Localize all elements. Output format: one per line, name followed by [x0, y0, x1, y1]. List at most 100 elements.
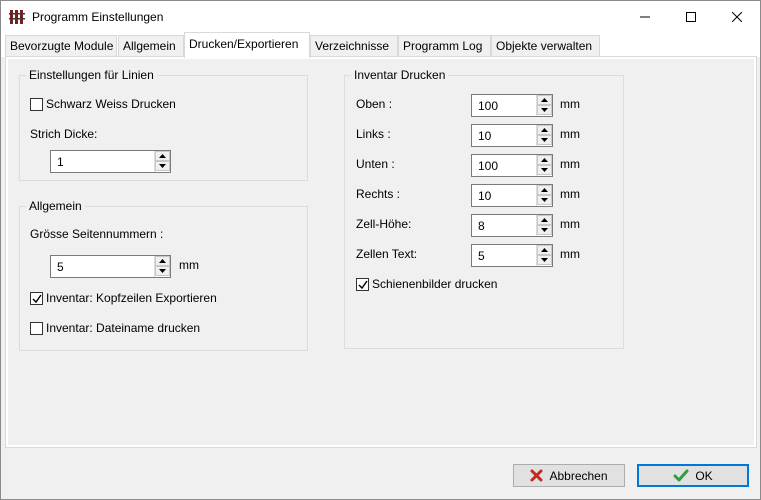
tab-panel-content: Einstellungen für Linien Schwarz Weiss D…: [8, 59, 754, 445]
top-margin-up-button[interactable]: [537, 95, 552, 105]
cell-text-label: Zellen Text:: [356, 247, 418, 261]
rail-images-label: Schienenbilder drucken: [372, 277, 498, 291]
page-number-size-label: Grösse Seitennummern :: [30, 227, 164, 241]
page-number-size-unit: mm: [179, 258, 199, 272]
cell-height-up-button[interactable]: [537, 215, 552, 225]
general-group-title: Allgemein: [26, 199, 85, 213]
maximize-icon: [686, 11, 696, 22]
export-headers-checkbox-row[interactable]: Inventar: Kopfzeilen Exportieren: [30, 291, 217, 305]
bottom-margin-down-button[interactable]: [537, 165, 552, 175]
stroke-width-spinner: [50, 150, 171, 173]
cell-height-label: Zell-Höhe:: [356, 217, 412, 231]
app-rails-icon: [9, 9, 25, 25]
right-margin-label: Rechts :: [356, 187, 401, 201]
bottom-margin-unit: mm: [560, 157, 580, 171]
top-margin-spinner: [471, 94, 553, 117]
page-number-size-input[interactable]: [51, 256, 155, 277]
tab-allgemein[interactable]: Allgemein: [118, 35, 184, 57]
cancel-button-label: Abbrechen: [549, 468, 608, 483]
settings-window: Programm Einstellungen Bevorzugte Module…: [0, 0, 761, 500]
arrow-up-icon: [541, 158, 548, 162]
arrow-down-icon: [159, 269, 166, 273]
lines-settings-group: Einstellungen für Linien Schwarz Weiss D…: [19, 68, 308, 181]
arrow-up-icon: [159, 259, 166, 263]
arrow-up-icon: [541, 188, 548, 192]
page-number-size-down-button[interactable]: [155, 266, 170, 276]
general-group: Allgemein Grösse Seitennummern : mm Inve…: [19, 199, 308, 351]
maximize-button[interactable]: [668, 1, 714, 32]
cell-height-spinner: [471, 214, 553, 237]
arrow-down-icon: [541, 198, 548, 202]
ok-check-icon: [673, 469, 689, 481]
arrow-up-icon: [541, 98, 548, 102]
cell-height-input[interactable]: [472, 215, 537, 236]
tab-programm-log[interactable]: Programm Log: [398, 35, 491, 57]
rail-images-checkbox-row[interactable]: Schienenbilder drucken: [356, 277, 497, 291]
inventory-group-title: Inventar Drucken: [351, 68, 449, 82]
bottom-margin-up-button[interactable]: [537, 155, 552, 165]
left-margin-spinner: [471, 124, 553, 147]
window-title: Programm Einstellungen: [32, 10, 164, 24]
top-margin-down-button[interactable]: [537, 105, 552, 115]
bottom-margin-label: Unten :: [356, 157, 395, 171]
cell-text-down-button[interactable]: [537, 255, 552, 265]
arrow-up-icon: [541, 248, 548, 252]
bw-print-label: Schwarz Weiss Drucken: [46, 97, 176, 111]
arrow-down-icon: [541, 258, 548, 262]
left-margin-up-button[interactable]: [537, 125, 552, 135]
tab-bevorzugte-module[interactable]: Bevorzugte Module: [5, 35, 117, 57]
left-margin-spin-buttons: [536, 125, 552, 146]
right-margin-up-button[interactable]: [537, 185, 552, 195]
left-margin-input[interactable]: [472, 125, 537, 146]
ok-button-label: OK: [695, 468, 713, 483]
close-button[interactable]: [714, 1, 760, 32]
arrow-down-icon: [541, 138, 548, 142]
page-number-size-spinner: [50, 255, 171, 278]
export-headers-label: Inventar: Kopfzeilen Exportieren: [46, 291, 217, 305]
cell-text-input[interactable]: [472, 245, 537, 266]
checkmark-icon: [32, 294, 42, 303]
page-number-size-spin-buttons: [154, 256, 170, 277]
print-filename-checkbox-row[interactable]: Inventar: Dateiname drucken: [30, 321, 200, 335]
cell-height-down-button[interactable]: [537, 225, 552, 235]
right-margin-down-button[interactable]: [537, 195, 552, 205]
bottom-margin-input[interactable]: [472, 155, 537, 176]
right-margin-input[interactable]: [472, 185, 537, 206]
tab-strip: Bevorzugte Module Allgemein Drucken/Expo…: [1, 32, 760, 58]
lines-group-title: Einstellungen für Linien: [26, 68, 157, 82]
right-margin-unit: mm: [560, 187, 580, 201]
close-icon: [732, 11, 742, 22]
print-filename-checkbox[interactable]: [30, 321, 43, 335]
left-margin-down-button[interactable]: [537, 135, 552, 145]
dialog-footer: Abbrechen OK: [1, 449, 760, 499]
bw-print-checkbox[interactable]: [30, 97, 43, 111]
top-margin-input[interactable]: [472, 95, 537, 116]
stroke-width-down-button[interactable]: [155, 161, 170, 171]
rail-images-checkbox[interactable]: [356, 277, 369, 291]
right-margin-spin-buttons: [536, 185, 552, 206]
bottom-margin-spinner: [471, 154, 553, 177]
tab-objekte-verwalten[interactable]: Objekte verwalten: [491, 35, 600, 57]
page-number-size-up-button[interactable]: [155, 256, 170, 266]
arrow-down-icon: [541, 108, 548, 112]
inventory-print-group: Inventar Drucken Oben : mm Links :: [344, 68, 624, 349]
tab-drucken-exportieren[interactable]: Drucken/Exportieren: [184, 32, 310, 58]
top-margin-spin-buttons: [536, 95, 552, 116]
left-margin-label: Links :: [356, 127, 391, 141]
cancel-button[interactable]: Abbrechen: [513, 464, 625, 487]
tab-panel: Einstellungen für Linien Schwarz Weiss D…: [5, 56, 757, 448]
stroke-width-up-button[interactable]: [155, 151, 170, 161]
title-bar: Programm Einstellungen: [1, 1, 760, 32]
minimize-button[interactable]: [622, 1, 668, 32]
cell-text-up-button[interactable]: [537, 245, 552, 255]
stroke-width-input[interactable]: [51, 151, 155, 172]
stroke-width-spin-buttons: [154, 151, 170, 172]
minimize-icon: [640, 16, 650, 17]
cell-text-unit: mm: [560, 247, 580, 261]
bw-print-checkbox-row[interactable]: Schwarz Weiss Drucken: [30, 97, 176, 111]
tab-verzeichnisse[interactable]: Verzeichnisse: [310, 35, 398, 57]
right-margin-spinner: [471, 184, 553, 207]
export-headers-checkbox[interactable]: [30, 291, 43, 305]
ok-button[interactable]: OK: [637, 464, 749, 487]
bottom-margin-spin-buttons: [536, 155, 552, 176]
